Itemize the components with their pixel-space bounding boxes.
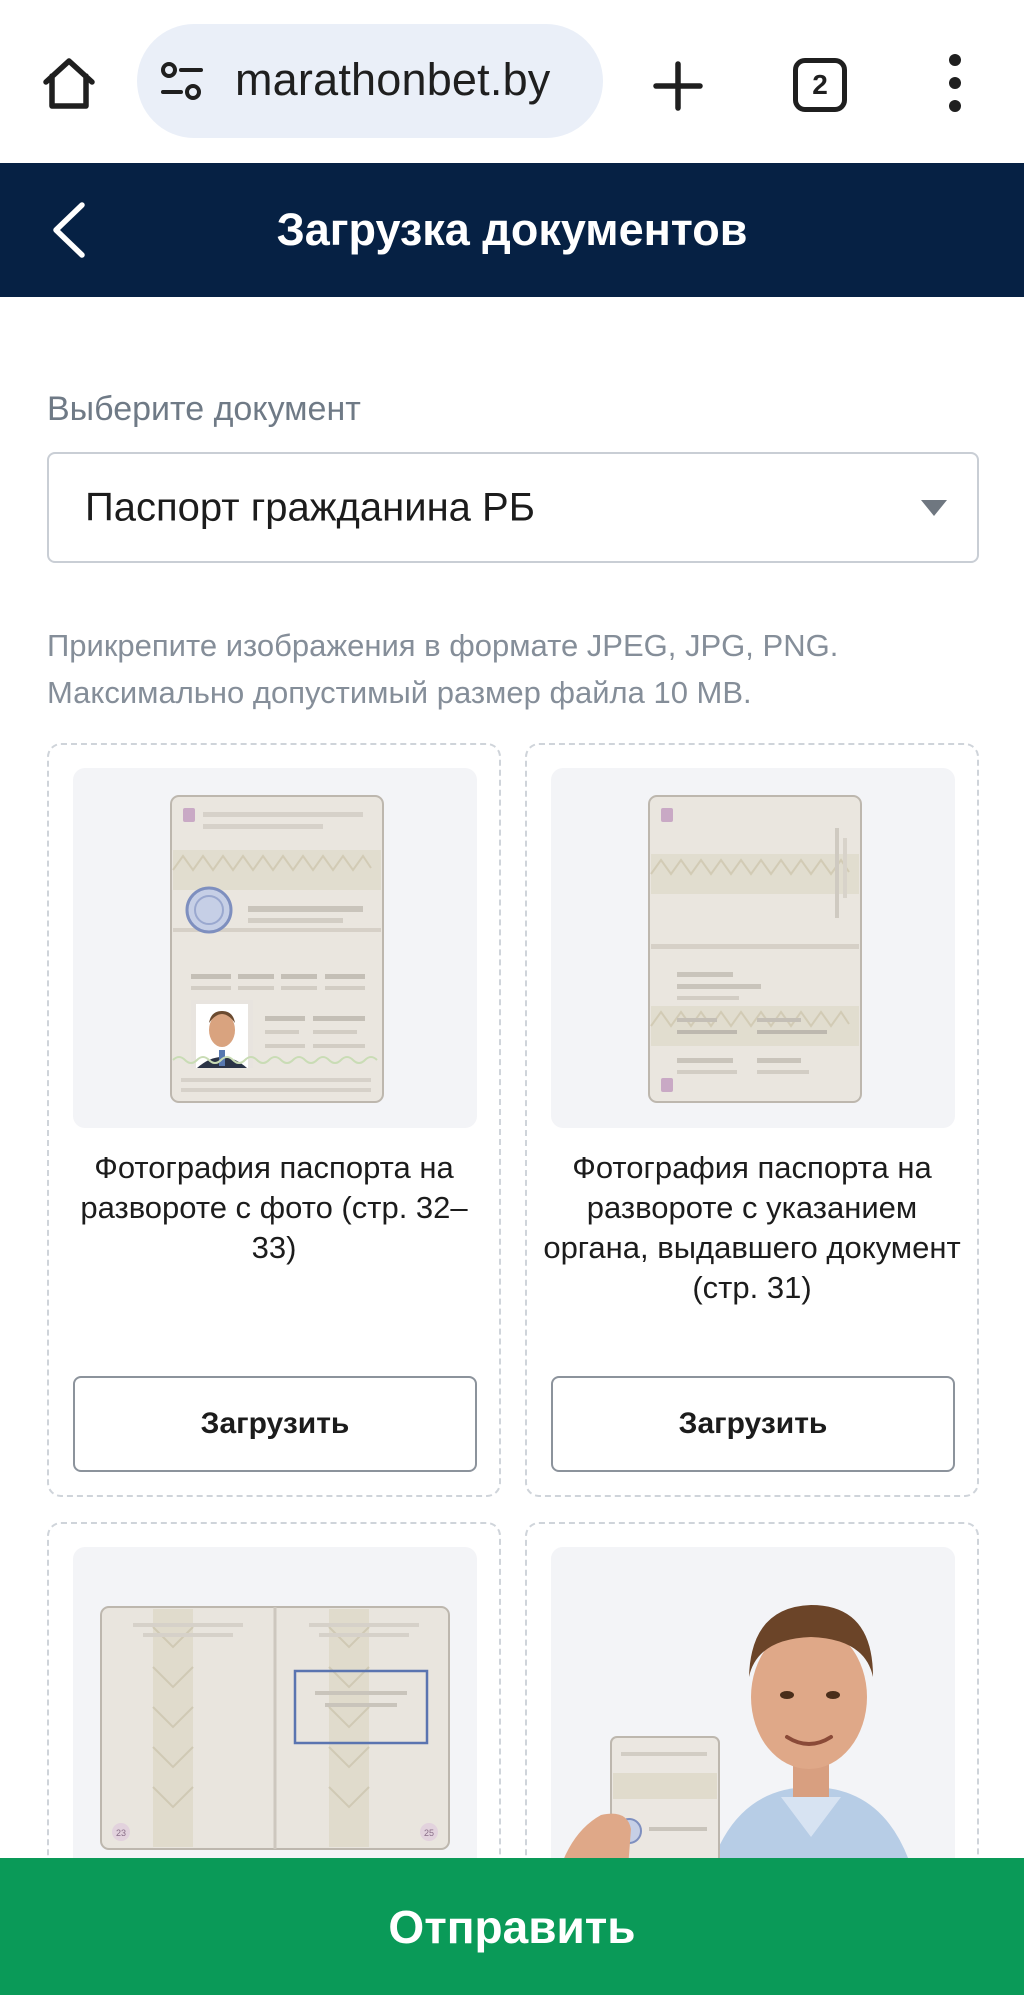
card-caption: Фотография паспорта на развороте с указа… [543, 1150, 961, 1305]
tab-switcher-icon[interactable]: 2 [793, 58, 847, 112]
upload-card-authority-page: Фотография паспорта на развороте с указа… [525, 743, 979, 1497]
hint-formats: Прикрепите изображения в формате JPEG, J… [47, 628, 839, 663]
tab-count: 2 [812, 69, 828, 100]
selfie-with-passport-photo [551, 1547, 955, 1907]
document-select-label: Выберите документ [47, 390, 361, 428]
submit-button[interactable]: Отправить [0, 1858, 1024, 1995]
more-vert-icon[interactable] [940, 52, 970, 114]
site-settings-icon[interactable] [159, 60, 205, 104]
page-title: Загрузка документов [276, 204, 748, 255]
upload-card-photo-page: Фотография паспорта на развороте с фото … [47, 743, 501, 1497]
selected-document: Паспорт гражданина РБ [85, 485, 535, 529]
address-bar[interactable]: marathonbet.by [137, 24, 603, 138]
spread-page-number-left: 23 [116, 1828, 126, 1838]
passport-photo-page-illustration [73, 768, 477, 1128]
home-icon[interactable] [40, 54, 98, 112]
url-text[interactable]: marathonbet.by [235, 54, 551, 106]
dropdown-arrow-icon [921, 499, 947, 516]
browser-toolbar: marathonbet.by 2 [0, 0, 1024, 163]
upload-button[interactable]: Загрузить [73, 1376, 477, 1472]
page-header: Загрузка документов [0, 163, 1024, 297]
upload-button[interactable]: Загрузить [551, 1376, 955, 1472]
card-caption: Фотография паспорта на развороте с фото … [80, 1150, 468, 1265]
document-type-select[interactable]: Паспорт гражданина РБ [47, 452, 979, 563]
passport-issuing-authority-page-illustration [551, 768, 955, 1128]
hint-size: Максимально допустимый размер файла 10 M… [47, 675, 752, 710]
passport-spread-pages-illustration: 23 25 [73, 1547, 477, 1907]
plus-icon[interactable] [650, 58, 706, 114]
spread-page-number-right: 25 [424, 1828, 434, 1838]
upload-hint: Прикрепите изображения в формате JPEG, J… [47, 622, 987, 716]
